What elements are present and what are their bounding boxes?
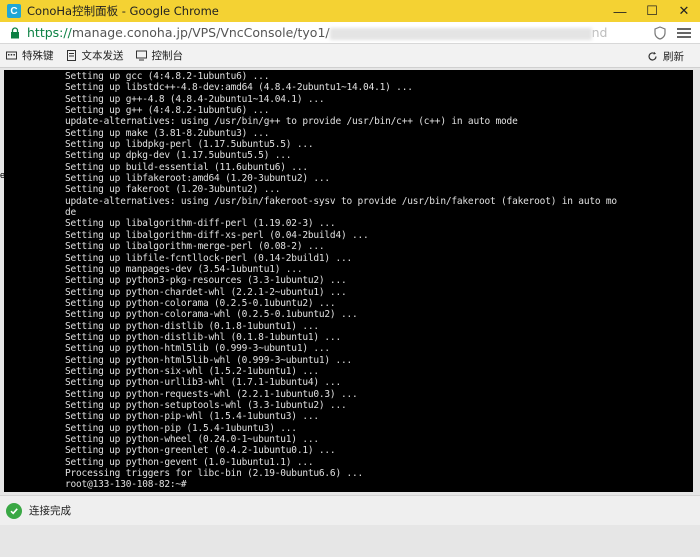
terminal-line: Setting up python-requests-whl (2.2.1-1u… (65, 388, 358, 400)
terminal-line: Setting up python-greenlet (0.4.2-1ubunt… (65, 445, 336, 457)
terminal-line: Setting up python-chardet-whl (2.2.1-2~u… (65, 286, 347, 298)
terminal-line: Setting up python-gevent (1.0-1ubuntu1.1… (65, 456, 314, 468)
address-bar-actions (652, 25, 692, 41)
url-scheme: https:// (27, 25, 72, 40)
terminal-line: Setting up python-wheel (0.24.0-1~ubuntu… (65, 434, 319, 445)
terminal-line: Setting up libalgorithm-diff-xs-perl (0.… (65, 229, 369, 241)
terminal-line: Setting up python3-pkg-resources (3.3-1u… (65, 275, 347, 287)
shield-icon[interactable] (652, 25, 668, 41)
terminal-line: Setting up make (3.81-8.2ubuntu3) ... (65, 127, 270, 139)
terminal-line: Setting up python-six-whl (1.5.2-1ubuntu… (65, 365, 319, 377)
terminal-line: Setting up python-setuptools-whl (3.3-1u… (65, 399, 347, 411)
window-controls: — ☐ ✕ (604, 0, 700, 22)
address-bar[interactable]: https://manage.conoha.jp/VPS/VncConsole/… (0, 22, 700, 44)
special-keys-label: 特殊键 (22, 50, 54, 62)
terminal-line: Setting up manpages-dev (3.54-1ubuntu1) … (65, 263, 303, 275)
status-bar: 连接完成 (0, 495, 700, 525)
menu-icon[interactable] (676, 25, 692, 41)
refresh-label: 刷新 (663, 50, 684, 63)
close-button[interactable]: ✕ (668, 0, 700, 22)
terminal-line: Setting up g++ (4:4.8.2-1ubuntu6) ... (65, 105, 270, 117)
side-strip-text: er (0, 170, 8, 180)
refresh-icon (648, 51, 657, 60)
terminal-line: Setting up libstdc++-4.8-dev:amd64 (4.8.… (65, 82, 413, 94)
terminal-line: update-alternatives: using /usr/bin/fake… (65, 195, 617, 207)
terminal-line: Setting up python-distlib (0.1.8-1ubuntu… (65, 320, 319, 332)
refresh-button[interactable]: 刷新 (641, 44, 690, 68)
check-icon (6, 502, 22, 519)
terminal-line: Setting up build-essential (11.6ubuntu6)… (65, 161, 308, 173)
terminal-line: de (65, 207, 77, 219)
terminal-line: Setting up python-urllib3-whl (1.7.1-1ub… (65, 377, 341, 389)
connection-status-text: 连接完成 (29, 505, 71, 517)
url-redacted-segment (329, 27, 592, 40)
url-tail: nd (591, 25, 608, 40)
terminal-line: root@133-130-108-82:~# (65, 479, 192, 491)
conoha-app-icon: C (7, 4, 21, 18)
terminal-line: Setting up dpkg-dev (1.17.5ubuntu5.5) ..… (65, 150, 292, 162)
terminal-line: Setting up python-html5lib-whl (0.999-3~… (65, 354, 353, 366)
terminal-line: update-alternatives: using /usr/bin/g++ … (65, 116, 518, 128)
vnc-toolbar: 特殊键 文本发送 控制台 刷新 (0, 44, 700, 68)
window-title: ConoHa控制面板 - Google Chrome (27, 4, 219, 18)
url-text[interactable]: https://manage.conoha.jp/VPS/VncConsole/… (27, 25, 607, 40)
app-icon-letter: C (10, 5, 18, 17)
terminal-line: Setting up libalgorithm-merge-perl (0.08… (65, 241, 325, 253)
send-text-button[interactable]: 文本发送 (60, 44, 130, 68)
keyboard-icon (6, 51, 17, 60)
window-titlebar: C ConoHa控制面板 - Google Chrome — ☐ ✕ (0, 0, 700, 22)
terminal-line: Setting up libfile-fcntllock-perl (0.14-… (65, 252, 353, 264)
terminal-line: Processing triggers for libc-bin (2.19-0… (65, 468, 364, 480)
special-keys-button[interactable]: 特殊键 (0, 44, 60, 68)
terminal-line: Setting up libfakeroot:amd64 (1.20-3ubun… (65, 173, 330, 185)
terminal-line: Setting up python-pip (1.5.4-1ubuntu3) .… (65, 422, 297, 434)
vnc-terminal-screen[interactable]: Setting up gcc (4:4.8.2-1ubuntu6) ... Set… (4, 70, 693, 492)
terminal-line: Setting up python-html5lib (0.999-3~ubun… (65, 343, 330, 355)
console-label: 控制台 (151, 50, 184, 62)
send-text-label: 文本发送 (81, 50, 124, 62)
terminal-line: Setting up g++-4.8 (4.8.4-2ubuntu1~14.04… (65, 93, 325, 105)
terminal-line: Setting up gcc (4:4.8.2-1ubuntu6) ... (65, 71, 270, 82)
terminal-line: Setting up python-colorama (0.2.5-0.1ubu… (65, 297, 336, 309)
maximize-button[interactable]: ☐ (636, 0, 668, 22)
document-icon (66, 50, 76, 61)
minimize-button[interactable]: — (604, 0, 636, 22)
monitor-icon (135, 50, 147, 61)
console-button[interactable]: 控制台 (130, 44, 190, 68)
terminal-line: Setting up libdpkg-perl (1.17.5ubuntu5.5… (65, 139, 314, 151)
terminal-line: Setting up python-colorama-whl (0.2.5-0.… (65, 309, 358, 321)
lock-icon (11, 26, 19, 38)
url-host-path: manage.conoha.jp/VPS/VncConsole/tyo1/ (71, 25, 330, 40)
page-bottom-area (0, 525, 700, 557)
terminal-line: Setting up libalgorithm-diff-perl (1.19.… (65, 218, 336, 230)
terminal-line: Setting up python-pip-whl (1.5.4-1ubuntu… (65, 411, 319, 423)
terminal-line: Setting up python-distlib-whl (0.1.8-1ub… (65, 331, 341, 343)
terminal-line: Setting up fakeroot (1.20-3ubuntu2) ... (65, 184, 281, 196)
